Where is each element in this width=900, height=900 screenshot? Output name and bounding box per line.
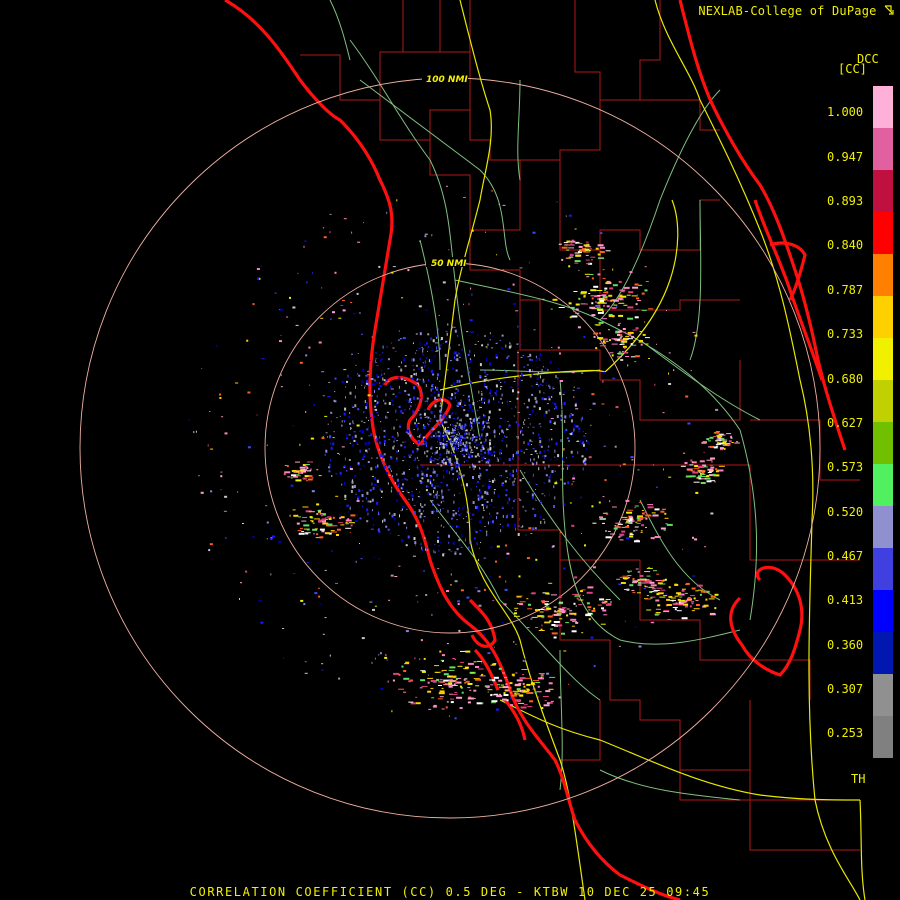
range-ring-label-50: 50 NMI [431,259,467,269]
legend-label: 0.893 [827,194,864,208]
legend-label: 0.307 [827,682,864,696]
legend-color-bar [873,86,893,800]
legend-color-swatch [873,86,893,129]
legend-label: 0.787 [827,283,864,297]
legend-label: 0.573 [827,460,864,474]
range-rings [79,77,821,819]
legend-label: 0.413 [827,593,864,607]
legend-color-swatch [873,464,893,507]
radar-map[interactable]: 50 NMI 100 NMI [0,0,900,900]
legend-color-swatch [873,254,893,297]
legend-color-swatch [873,296,893,339]
legend-unit: [CC] [838,62,867,76]
legend-color-swatch [873,128,893,171]
legend-color-swatch [873,758,893,800]
legend-color-swatch [873,716,893,759]
highways [439,0,866,900]
legend-color-swatch [873,380,893,423]
legend-label: 0.680 [827,372,864,386]
legend-label: 0.627 [827,416,864,430]
legend-threshold-label: TH [851,772,866,786]
coastline [224,0,847,900]
credit-label: NEXLAB-College of DuPage [698,4,877,18]
legend-color-swatch [873,548,893,591]
legend-label: 0.840 [827,238,864,252]
legend-label: 0.733 [827,327,864,341]
corner-arrow-icon[interactable] [884,5,894,15]
legend-color-swatch [873,674,893,717]
legend-color-swatch [873,422,893,465]
legend-color-swatch [873,212,893,255]
credit-text: NEXLAB-College of DuPage [698,4,894,18]
legend-label: 0.520 [827,505,864,519]
legend-color-swatch [873,338,893,381]
range-ring-100-nmi [79,77,821,819]
range-ring-label-100: 100 NMI [426,75,468,85]
county-boundaries [300,0,860,851]
legend-label: 1.000 [827,105,864,119]
radar-map-view: 50 NMI 100 NMI NEXLAB-College of DuPage … [0,0,900,900]
legend-color-swatch [873,632,893,675]
legend-label: 0.467 [827,549,864,563]
legend-color-swatch [873,170,893,213]
legend-label: 0.360 [827,638,864,652]
legend-color-swatch [873,590,893,633]
legend-label: 0.253 [827,726,864,740]
legend-color-swatch [873,506,893,549]
legend-label: 0.947 [827,150,864,164]
product-title: CORRELATION COEFFICIENT (CC) 0.5 DEG - K… [189,885,711,899]
